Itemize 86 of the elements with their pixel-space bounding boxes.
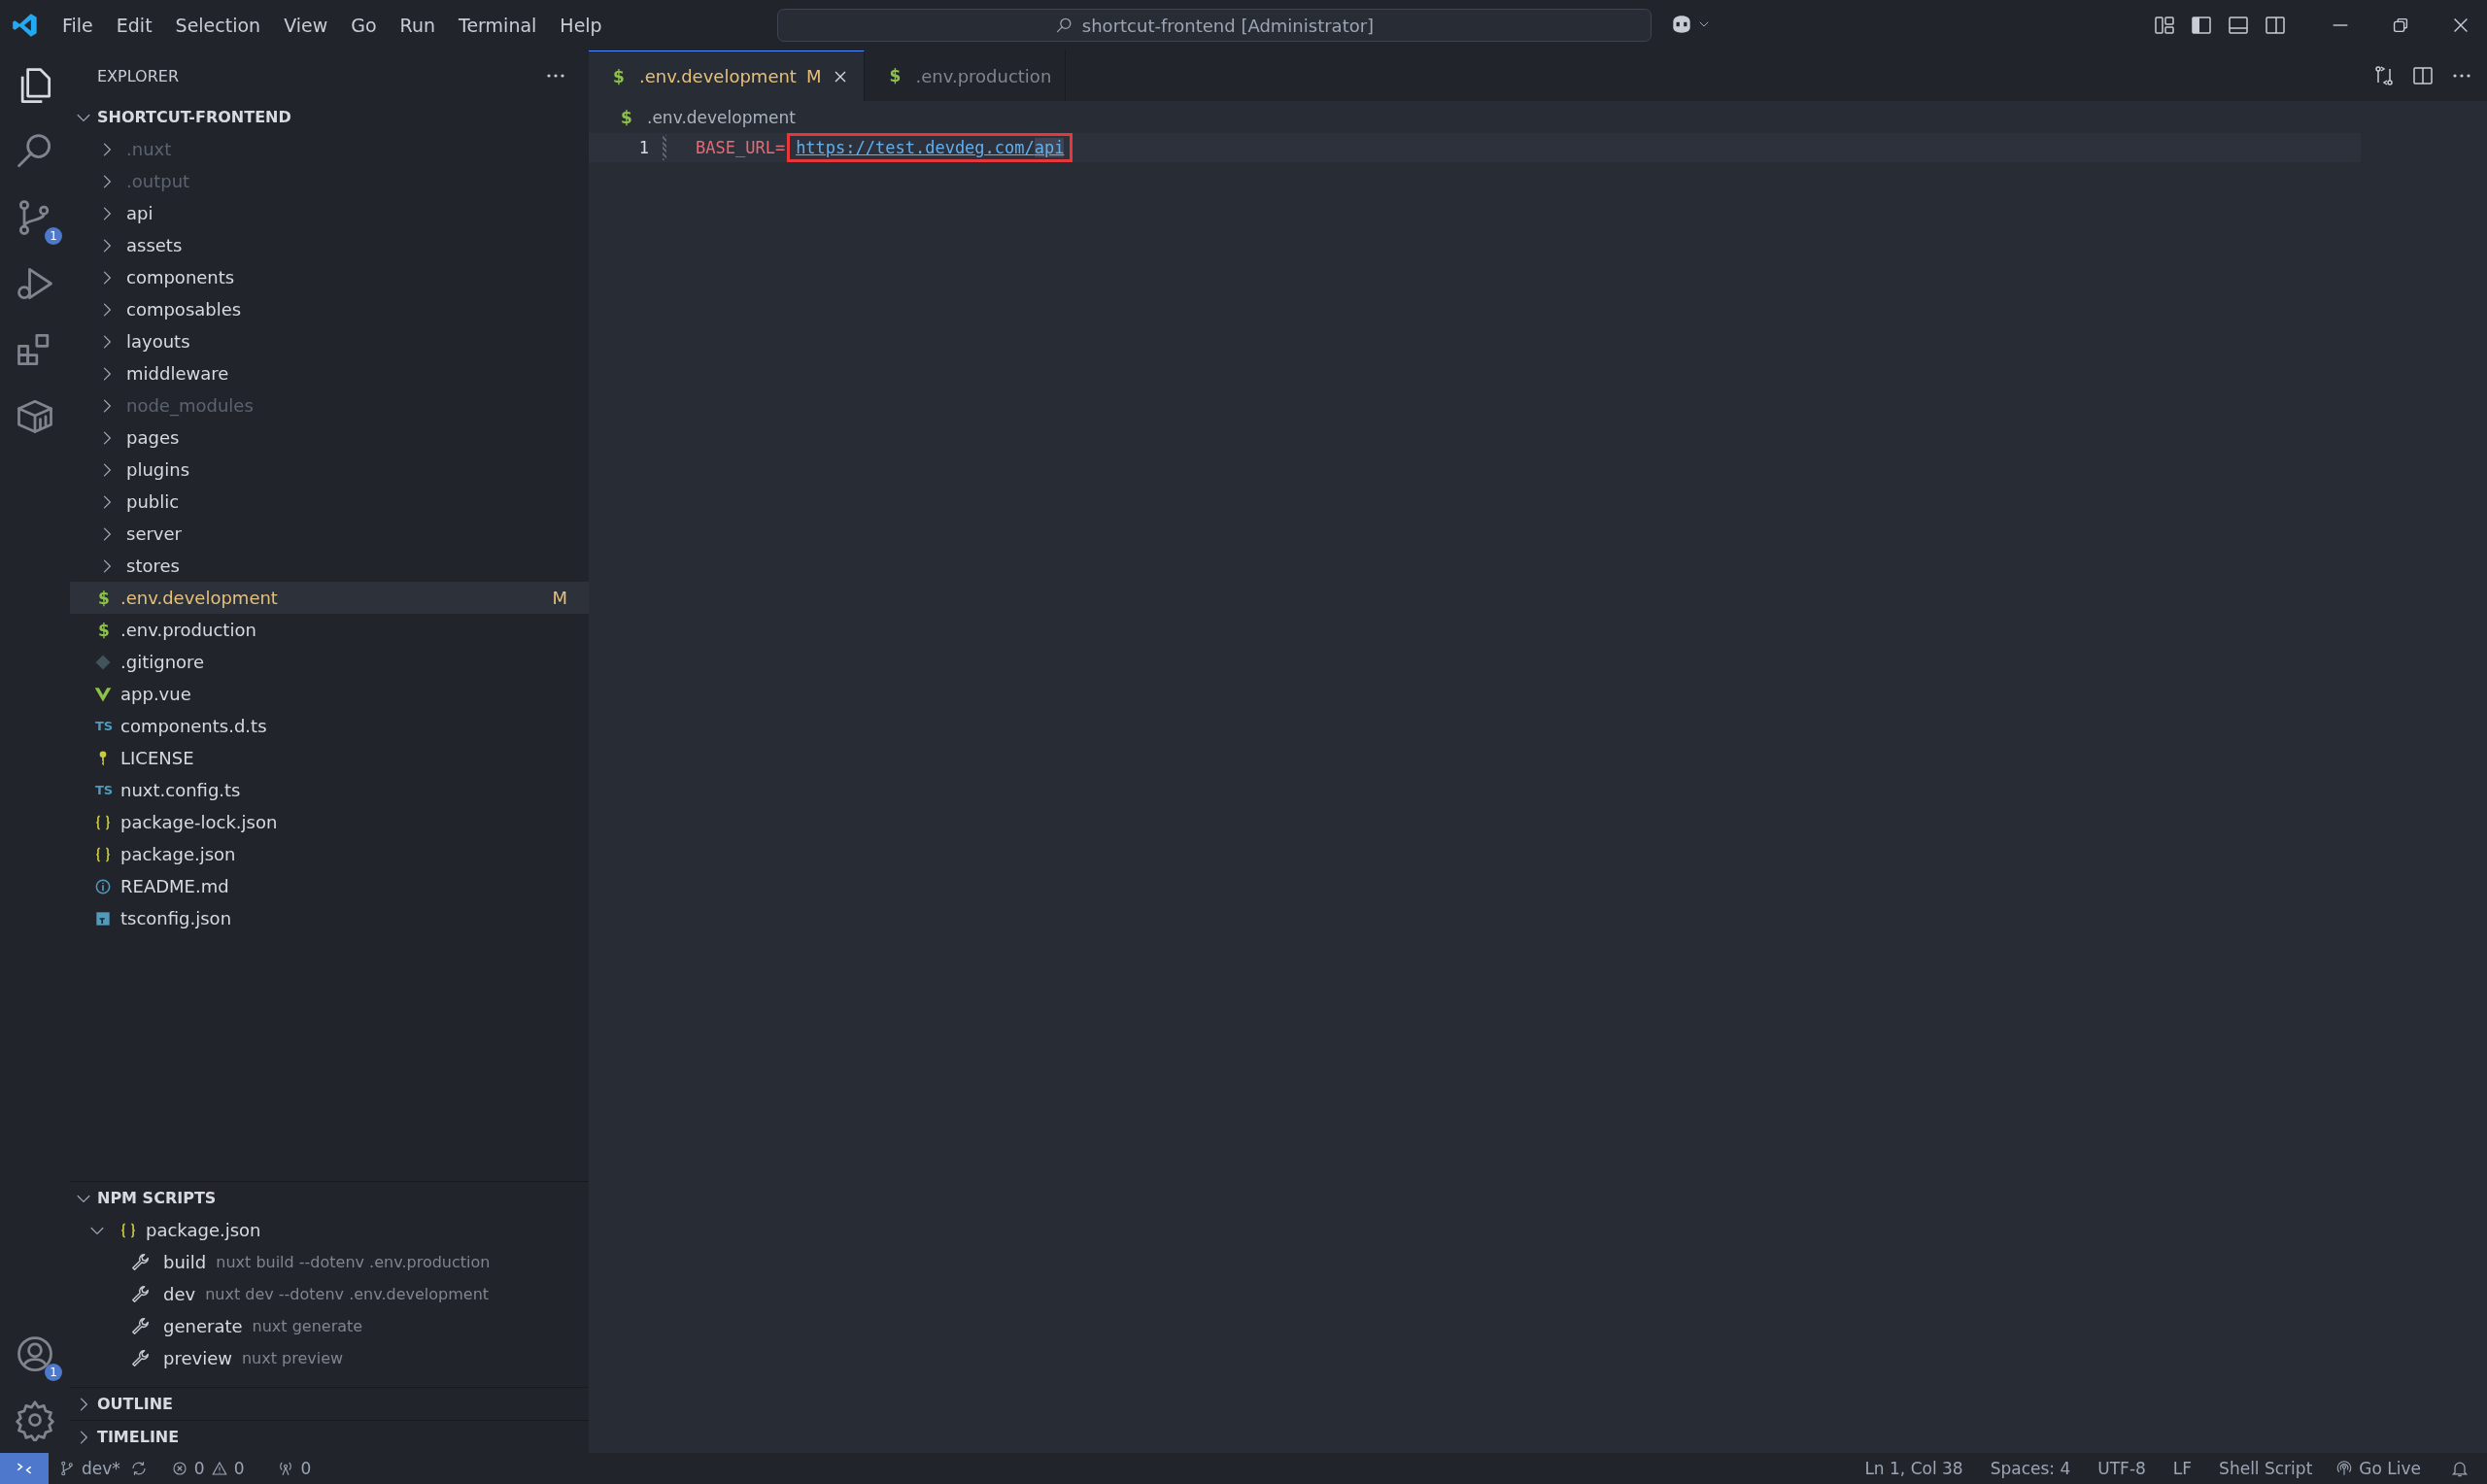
folder-entry[interactable]: stores	[70, 550, 589, 582]
typescript-icon: TS	[93, 719, 115, 733]
code-key: BASE_URL=	[696, 138, 786, 157]
section-header[interactable]: NPM SCRIPTS	[97, 1189, 217, 1207]
menu-item[interactable]: Terminal	[447, 11, 549, 40]
file-entry[interactable]: package.json	[70, 838, 589, 870]
broadcast-icon	[2335, 1460, 2354, 1477]
status-item[interactable]: UTF-8	[2084, 1459, 2160, 1478]
split-editor-icon[interactable]	[2411, 64, 2435, 87]
package-item[interactable]: package.json	[146, 1220, 261, 1240]
sync-icon[interactable]	[129, 1460, 148, 1477]
status-item[interactable]: Ln 1, Col 38	[1851, 1459, 1977, 1478]
env-file-icon: $	[616, 107, 637, 127]
menu-item[interactable]: Edit	[104, 11, 164, 40]
menu-item[interactable]: Help	[548, 11, 614, 40]
file-entry[interactable]: package-lock.json	[70, 806, 589, 838]
folder-entry[interactable]: public	[70, 486, 589, 518]
ports-button[interactable]: 0	[267, 1459, 322, 1478]
customize-layout-icon[interactable]	[2153, 14, 2176, 37]
settings-icon[interactable]	[14, 1399, 56, 1441]
file-entry[interactable]: app.vue	[70, 678, 589, 710]
branch-icon	[58, 1460, 76, 1477]
wrench-icon	[130, 1283, 152, 1305]
modified-status: M	[805, 66, 822, 86]
file-entry[interactable]: TS nuxt.config.ts	[70, 774, 589, 806]
menu-item[interactable]: Selection	[163, 11, 273, 40]
menu-item[interactable]: View	[272, 11, 340, 40]
panel-title: EXPLORER	[97, 66, 179, 85]
selected-text: api	[1034, 138, 1065, 157]
section-header[interactable]: SHORTCUT-FRONTEND	[97, 108, 291, 126]
script-item[interactable]: generate nuxt generate	[70, 1310, 589, 1342]
section-header[interactable]: TIMELINE	[97, 1428, 180, 1446]
problems-button[interactable]: 0 0	[160, 1459, 255, 1478]
menu-item[interactable]: Run	[388, 11, 448, 40]
breadcrumb[interactable]: .env.development	[647, 107, 796, 127]
folder-entry[interactable]: composables	[70, 293, 589, 325]
script-item[interactable]: dev nuxt dev --dotenv .env.development	[70, 1278, 589, 1310]
file-entry[interactable]: LICENSE	[70, 742, 589, 774]
command-center[interactable]: shortcut-frontend [Administrator]	[777, 9, 1652, 42]
count-badge: 1	[45, 227, 62, 245]
env-file-icon: $	[93, 588, 115, 608]
editor-tab[interactable]: $ .env.development M	[589, 51, 866, 101]
modified-status: M	[552, 588, 567, 608]
go-live-button[interactable]: Go Live	[2326, 1459, 2431, 1478]
toggle-sidebar-icon[interactable]	[2190, 14, 2213, 37]
folder-entry[interactable]: api	[70, 197, 589, 229]
file-entry[interactable]: README.md	[70, 870, 589, 902]
folder-entry[interactable]: components	[70, 261, 589, 293]
editor-tab[interactable]: $ .env.production	[865, 51, 1067, 101]
file-entry[interactable]: .gitignore	[70, 646, 589, 678]
file-entry[interactable]: TS components.d.ts	[70, 710, 589, 742]
error-icon	[170, 1460, 188, 1477]
menu-item[interactable]: Go	[339, 11, 389, 40]
env-file-icon: $	[884, 66, 906, 85]
line-number: 1	[637, 138, 649, 157]
file-entry[interactable]: tsconfig.json	[70, 902, 589, 934]
folder-entry[interactable]: assets	[70, 229, 589, 261]
warning-icon	[210, 1460, 228, 1477]
wrench-icon	[130, 1251, 152, 1273]
app-logo-icon[interactable]	[12, 12, 39, 39]
status-item[interactable]: LF	[2159, 1459, 2206, 1478]
folder-entry[interactable]: middleware	[70, 357, 589, 389]
status-item[interactable]: Shell Script	[2205, 1459, 2327, 1478]
section-header[interactable]: OUTLINE	[97, 1395, 173, 1413]
toggle-secondary-sidebar-icon[interactable]	[2264, 14, 2287, 37]
script-item[interactable]: build nuxt build --dotenv .env.production	[70, 1246, 589, 1278]
compare-changes-icon[interactable]	[2372, 64, 2396, 87]
modified-gutter-marker	[663, 135, 666, 160]
folder-entry[interactable]: plugins	[70, 454, 589, 486]
file-entry[interactable]: $ .env.development M	[70, 582, 589, 614]
script-item[interactable]: preview nuxt preview	[70, 1342, 589, 1374]
folder-entry[interactable]: layouts	[70, 325, 589, 357]
status-item[interactable]: Spaces: 4	[1976, 1459, 2085, 1478]
typescript-icon: TS	[93, 783, 115, 797]
env-file-icon: $	[93, 620, 115, 640]
branch-button[interactable]: dev*	[49, 1459, 130, 1478]
folder-entry[interactable]: pages	[70, 422, 589, 454]
folder-entry[interactable]: server	[70, 518, 589, 550]
env-file-icon: $	[608, 66, 630, 86]
count-badge: 1	[45, 1364, 62, 1381]
code-value: https://test.devdeg.com/	[796, 138, 1035, 157]
toggle-panel-icon[interactable]	[2227, 14, 2250, 37]
wrench-icon	[130, 1347, 152, 1369]
menu-item[interactable]: File	[51, 11, 105, 40]
file-entry[interactable]: $ .env.production	[70, 614, 589, 646]
wrench-icon	[130, 1315, 152, 1337]
